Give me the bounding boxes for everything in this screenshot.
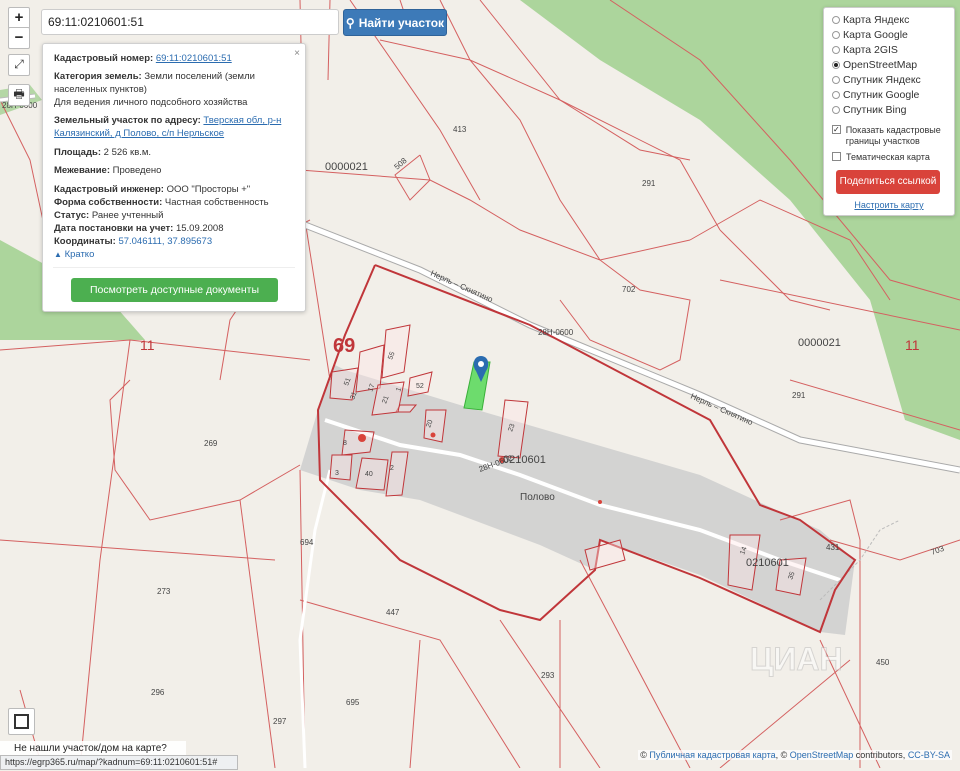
quarter-label: 0210601 bbox=[746, 557, 789, 569]
search-button[interactable]: ⚲ Найти участок bbox=[343, 9, 447, 36]
layer-switcher: Карта Яндекс Карта Google Карта 2GIS Ope… bbox=[823, 7, 955, 216]
radio-selected-icon bbox=[832, 61, 840, 69]
parcel-number: 702 bbox=[622, 285, 636, 294]
parcel-number: 273 bbox=[157, 587, 171, 596]
status-row: Статус: Ранее учтенный bbox=[54, 210, 164, 221]
parcel-number: 297 bbox=[273, 717, 287, 726]
frame-icon bbox=[14, 714, 29, 729]
configure-map-link[interactable]: Настроить карту bbox=[824, 200, 954, 210]
parcel-number: 296 bbox=[151, 688, 165, 697]
osm-link[interactable]: OpenStreetMap bbox=[790, 750, 854, 760]
radio-icon bbox=[832, 106, 840, 114]
registration-date-row: Дата постановки на учет: 15.09.2008 bbox=[54, 223, 224, 234]
search-button-label: Найти участок bbox=[358, 15, 445, 30]
parcel-number: 694 bbox=[300, 538, 314, 547]
print-button[interactable]: 🖶 bbox=[8, 84, 30, 106]
divider bbox=[53, 267, 295, 268]
layer-option-selected[interactable]: OpenStreetMap bbox=[832, 58, 917, 72]
fullscreen-button[interactable]: ⤢ bbox=[8, 54, 30, 76]
layer-option[interactable]: Карта 2GIS bbox=[832, 43, 898, 57]
show-borders-checkbox[interactable]: ✓ Показать кадастровые границы участков bbox=[832, 125, 950, 147]
survey-row: Межевание: Проведено bbox=[54, 165, 162, 176]
zoom-in-button[interactable]: + bbox=[8, 7, 30, 29]
layer-option[interactable]: Спутник Bing bbox=[832, 103, 907, 117]
parcel-number: 413 bbox=[453, 125, 467, 134]
radio-icon bbox=[832, 76, 840, 84]
print-icon: 🖶 bbox=[13, 87, 25, 101]
thematic-map-checkbox[interactable]: Тематическая карта bbox=[832, 152, 950, 163]
close-icon[interactable]: × bbox=[294, 47, 300, 60]
parcel-number: 291 bbox=[792, 391, 806, 400]
license-link[interactable]: CC-BY-SA bbox=[908, 750, 950, 760]
parcel-number: 431 bbox=[826, 543, 840, 552]
parcel-number: 8 bbox=[343, 440, 347, 447]
share-link-button[interactable]: Поделиться ссылкой bbox=[836, 170, 940, 194]
parcel-number: 450 bbox=[876, 658, 890, 667]
map-attribution: © Публичная кадастровая карта, © OpenStr… bbox=[638, 750, 952, 760]
village-label: Полово bbox=[520, 492, 555, 503]
radio-icon bbox=[832, 46, 840, 54]
region-label: 69 bbox=[333, 335, 355, 357]
checkbox-checked-icon: ✓ bbox=[832, 125, 841, 134]
parcel-number: 291 bbox=[642, 179, 656, 188]
parcel-info-panel: × Кадастровый номер: 69:11:0210601:51 Ка… bbox=[42, 43, 306, 312]
road-name-label: Нерль – Скнятино bbox=[689, 392, 755, 428]
parcel-number: 269 bbox=[204, 439, 218, 448]
zoom-out-button[interactable]: − bbox=[8, 27, 30, 49]
coordinates-row: Координаты: 57.046111, 37.895673 bbox=[54, 236, 213, 247]
layer-option[interactable]: Спутник Google bbox=[832, 88, 919, 102]
search-input[interactable] bbox=[41, 9, 339, 35]
triangle-up-icon: ▲ bbox=[54, 250, 62, 259]
layer-option[interactable]: Карта Яндекс bbox=[832, 13, 909, 27]
expand-icon: ⤢ bbox=[14, 57, 24, 71]
quarter-label: 0000021 bbox=[325, 161, 368, 173]
cadastral-number-row: Кадастровый номер: 69:11:0210601:51 bbox=[54, 53, 232, 64]
road-code-label: 28Н-0600 bbox=[538, 328, 574, 337]
cadastral-number-link[interactable]: 69:11:0210601:51 bbox=[156, 53, 232, 64]
land-category-row: Категория земель: Земли поселений (земли… bbox=[54, 71, 255, 95]
coordinates-link[interactable]: 57.046111, 37.895673 bbox=[118, 236, 212, 247]
parcel-number: 3 bbox=[335, 470, 339, 477]
search-icon: ⚲ bbox=[345, 15, 355, 30]
layer-option[interactable]: Карта Google bbox=[832, 28, 908, 42]
parcel-number: 52 bbox=[416, 383, 424, 390]
radio-icon bbox=[832, 16, 840, 24]
parcel-number: 40 bbox=[365, 471, 373, 478]
quarter-label: 0000021 bbox=[798, 337, 841, 349]
brief-toggle[interactable]: ▲ Кратко bbox=[54, 248, 295, 261]
frame-toggle-button[interactable] bbox=[8, 708, 35, 735]
parcel-number: 2 bbox=[390, 465, 394, 472]
parcel-number: 508 bbox=[393, 156, 409, 172]
district-label-left: 11 bbox=[140, 337, 155, 353]
ownership-row: Форма собственности: Частная собственнос… bbox=[54, 197, 269, 208]
svg-text:ЦИАН: ЦИАН bbox=[750, 641, 843, 677]
layer-option[interactable]: Спутник Яндекс bbox=[832, 73, 921, 87]
parcel-number: 293 bbox=[541, 671, 555, 680]
pkk-link[interactable]: Публичная кадастровая карта bbox=[649, 750, 775, 760]
radio-icon bbox=[832, 31, 840, 39]
view-documents-button[interactable]: Посмотреть доступные документы bbox=[71, 278, 278, 302]
engineer-row: Кадастровый инженер: ООО "Просторы +" bbox=[54, 184, 251, 195]
district-label-right: 11 bbox=[905, 337, 920, 353]
checkbox-icon bbox=[832, 152, 841, 161]
watermark: ЦИАН bbox=[750, 641, 844, 678]
radio-icon bbox=[832, 91, 840, 99]
parcel-number: 447 bbox=[386, 608, 400, 617]
land-usage-row: Для ведения личного подсобного хозяйства bbox=[54, 97, 248, 108]
area-row: Площадь: 2 526 кв.м. bbox=[54, 147, 152, 158]
address-row: Земельный участок по адресу: Тверская об… bbox=[54, 115, 282, 139]
parcel-number: 695 bbox=[346, 698, 360, 707]
